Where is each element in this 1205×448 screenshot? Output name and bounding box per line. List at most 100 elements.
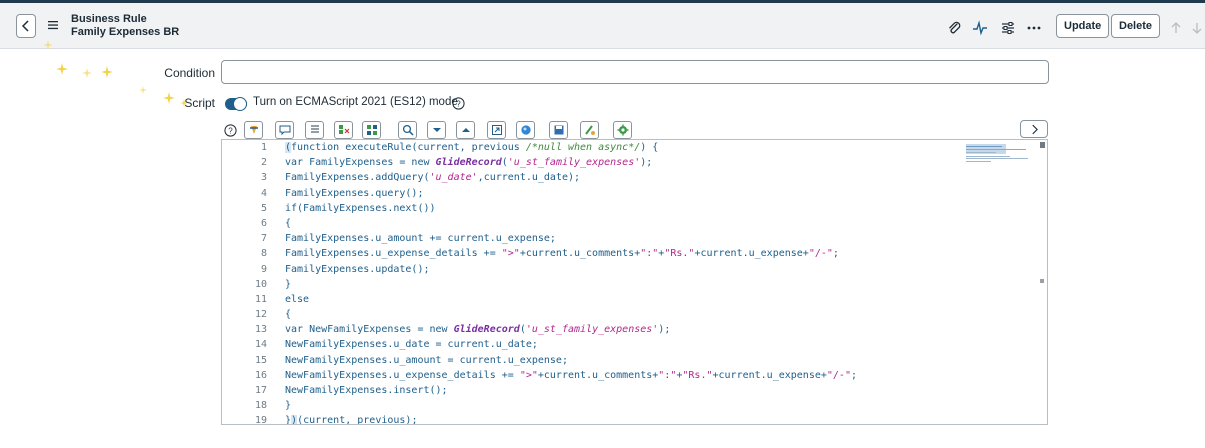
expand-panel-button[interactable] — [1020, 120, 1048, 138]
code-minimap[interactable] — [966, 144, 1030, 164]
script-label: Script — [184, 96, 215, 110]
code-line[interactable]: 2 var FamilyExpenses = new GlideRecord('u… — [222, 155, 962, 170]
table-name: Business Rule — [71, 13, 147, 25]
script-debugger-button[interactable] — [516, 121, 535, 139]
code-text: NewFamilyExpenses.u_expense_details += "… — [285, 369, 858, 381]
code-text: NewFamilyExpenses.insert(); — [285, 385, 448, 396]
line-number: 1 — [260, 142, 267, 153]
line-number: 12 — [254, 309, 267, 321]
line-number: 9 — [260, 263, 267, 275]
line-number: 17 — [254, 385, 267, 396]
line-number: 6 — [260, 217, 267, 229]
line-number: 11 — [254, 293, 267, 305]
code-line[interactable]: 19})(current, previous); — [222, 413, 962, 425]
settings-sliders-icon[interactable] — [1000, 20, 1016, 36]
code-text: else — [285, 293, 310, 305]
toggle-comment-button[interactable] — [305, 121, 324, 139]
update-button[interactable]: Update — [1056, 14, 1110, 38]
back-icon — [22, 20, 29, 32]
back-button[interactable] — [16, 14, 36, 38]
code-text: FamilyExpenses.u_expense_details += ">"+… — [285, 248, 839, 260]
code-text: { — [285, 309, 292, 321]
code-line[interactable]: 8 FamilyExpenses.u_expense_details += ">"… — [222, 246, 962, 261]
line-number: 4 — [260, 187, 267, 199]
save-button[interactable] — [549, 121, 568, 139]
delete-button[interactable]: Delete — [1111, 14, 1161, 38]
condition-label: Condition — [164, 66, 215, 80]
chevron-right-icon — [1031, 124, 1038, 134]
code-line[interactable]: 10} — [222, 277, 962, 292]
svg-text:?: ? — [228, 127, 233, 136]
code-line[interactable]: 1 (function executeRule(current, previous… — [222, 140, 962, 155]
sparkle-icon — [101, 66, 113, 78]
sparkle-icon — [82, 68, 92, 78]
code-line[interactable]: 9 FamilyExpenses.update(); — [222, 262, 962, 277]
record-name: Family Expenses BR — [71, 26, 180, 38]
line-number: 19 — [254, 415, 267, 425]
condition-input[interactable] — [221, 60, 1049, 84]
next-match-button[interactable] — [427, 121, 446, 139]
code-line[interactable]: 14 NewFamilyExpenses.u_date = current.u_d… — [222, 337, 962, 352]
replace-button[interactable] — [334, 121, 353, 139]
code-text: FamilyExpenses.query(); — [285, 187, 424, 199]
comment-icon — [279, 125, 290, 136]
scripts-background-button[interactable] — [580, 121, 599, 139]
sparkle-icon — [139, 86, 147, 94]
arrow-down-icon[interactable] — [1189, 20, 1205, 36]
code-line[interactable]: 11 else — [222, 292, 962, 307]
code-line[interactable]: 16 NewFamilyExpenses.u_expense_details +=… — [222, 368, 962, 383]
sparkle-icon — [43, 40, 53, 50]
script-editor[interactable]: 1 (function executeRule(current, previous… — [221, 139, 1048, 425]
code-text: (function executeRule(current, previous … — [285, 142, 659, 153]
search-icon — [402, 124, 414, 136]
arrow-up-icon[interactable] — [1168, 20, 1184, 36]
comment-button[interactable] — [275, 121, 294, 139]
search-button[interactable] — [398, 121, 417, 139]
menu-icon[interactable] — [48, 20, 58, 30]
sparkle-icon — [56, 63, 68, 75]
code-text: } — [285, 400, 292, 412]
code-line[interactable]: 15 NewFamilyExpenses.u_amount = current.u… — [222, 353, 962, 368]
code-line[interactable]: 17 NewFamilyExpenses.insert(); — [222, 383, 962, 398]
code-line[interactable]: 5 if(FamilyExpenses.next()) — [222, 201, 962, 216]
ecma-toggle[interactable] — [225, 97, 247, 111]
activity-icon[interactable] — [972, 20, 988, 36]
help-icon[interactable]: ? — [452, 97, 465, 110]
code-line[interactable]: 3 FamilyExpenses.addQuery('u_date',curren… — [222, 170, 962, 185]
paperclip-icon[interactable] — [946, 20, 962, 36]
svg-text:?: ? — [456, 100, 461, 109]
line-number: 13 — [254, 324, 267, 336]
code-line[interactable]: 4 FamilyExpenses.query(); — [222, 186, 962, 201]
format-code-icon — [249, 126, 258, 134]
code-line[interactable]: 13 var NewFamilyExpenses = new GlideRecor… — [222, 322, 962, 337]
scripts-background-icon — [584, 125, 595, 135]
code-text: FamilyExpenses.addQuery('u_date',current… — [285, 172, 581, 184]
line-number: 15 — [254, 354, 267, 366]
code-text: { — [285, 217, 292, 229]
fullscreen-icon — [491, 125, 502, 135]
replace-all-button[interactable] — [362, 121, 381, 139]
scrollbar-marker — [1040, 279, 1044, 283]
save-icon — [554, 125, 563, 135]
form-header: Business Rule Family Expenses BR Update … — [0, 3, 1205, 49]
line-number: 2 — [260, 157, 267, 169]
format-code-button[interactable] — [244, 121, 263, 139]
fullscreen-button[interactable] — [487, 121, 506, 139]
prev-match-button[interactable] — [456, 121, 475, 139]
code-area[interactable]: 1 (function executeRule(current, previous… — [222, 140, 962, 425]
scrollbar-thumb[interactable] — [1040, 142, 1045, 148]
code-text: } — [285, 278, 292, 290]
code-line[interactable]: 6{ — [222, 216, 962, 231]
code-line[interactable]: 12 { — [222, 307, 962, 322]
more-icon[interactable] — [1026, 20, 1042, 36]
line-number: 18 — [254, 400, 267, 412]
line-number: 8 — [260, 248, 267, 260]
code-text: var FamilyExpenses = new GlideRecord('u_… — [285, 157, 653, 169]
code-line[interactable]: 7 FamilyExpenses.u_amount += current.u_ex… — [222, 231, 962, 246]
code-line[interactable]: 18} — [222, 398, 962, 413]
replace-all-icon — [366, 125, 377, 135]
prev-match-icon — [461, 128, 470, 132]
editor-help-icon[interactable]: ? — [224, 124, 237, 137]
code-text: if(FamilyExpenses.next()) — [285, 202, 436, 214]
script-include-button[interactable] — [613, 121, 632, 139]
